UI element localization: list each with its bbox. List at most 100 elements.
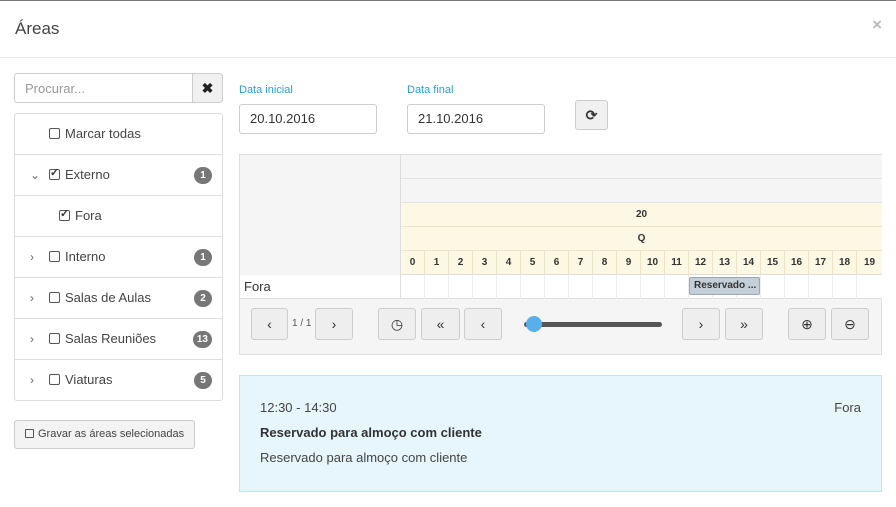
checkbox[interactable] (49, 166, 60, 180)
checkbox[interactable] (49, 333, 60, 344)
zoom-out-icon: ⊖ (844, 316, 856, 332)
time-slot-cell[interactable] (785, 275, 809, 299)
back-button[interactable]: ‹ (464, 308, 502, 340)
hour-label: 6 (545, 251, 569, 275)
time-slot-cell[interactable] (449, 275, 473, 299)
end-date-field[interactable]: 21.10.2016 (407, 104, 545, 134)
hour-label: 8 (593, 251, 617, 275)
count-badge: 13 (192, 331, 212, 348)
checkbox[interactable] (49, 292, 60, 303)
tree-item-viaturas[interactable]: › Viaturas 5 (15, 360, 222, 400)
time-slot-cell[interactable] (473, 275, 497, 299)
time-slot-cell[interactable] (617, 275, 641, 299)
refresh-button[interactable]: ⟳ (575, 100, 608, 130)
time-slot-cell[interactable] (593, 275, 617, 299)
chevron-right-icon[interactable]: › (30, 291, 34, 305)
hour-label: 12 (689, 251, 713, 275)
scheduler-header-row (401, 179, 882, 203)
tree-item-interno[interactable]: › Interno 1 (15, 237, 222, 278)
save-button-label: Gravar as áreas selecionadas (38, 428, 185, 440)
hour-label: 15 (761, 251, 785, 275)
time-slot-cell[interactable] (569, 275, 593, 299)
time-slot-cell[interactable] (665, 275, 689, 299)
hour-label: 19 (863, 257, 876, 268)
count-badge: 5 (194, 372, 212, 389)
hour-label: 13 (713, 251, 737, 275)
tree-item-label: Viaturas (65, 372, 113, 387)
event-detail-panel: 12:30 - 14:30 Fora Reservado para almoço… (239, 375, 882, 492)
scheduler-toolbar: ‹ 1 / 1 › ◷ « ‹ › » ⊕ ⊖ (240, 300, 882, 355)
hour-header-row: 0 1 2 3 4 5 6 7 8 9 10 11 12 13 14 15 16 17 18 19 (401, 251, 882, 275)
count-badge: 1 (194, 167, 212, 184)
time-slot-cell[interactable] (641, 275, 665, 299)
search-input[interactable] (14, 73, 193, 103)
dialog-header: Áreas × (0, 1, 896, 58)
checkbox[interactable] (49, 374, 60, 385)
scheduler-corner (240, 155, 401, 275)
resource-cells (401, 275, 882, 299)
time-slot-cell[interactable] (857, 275, 882, 299)
event-description: Reservado para almoço com cliente (260, 450, 468, 465)
time-slot-cell[interactable] (425, 275, 449, 299)
zoom-in-icon: ⊕ (801, 316, 813, 332)
page-info: 1 / 1 (292, 318, 312, 329)
tree-item-label: Externo (65, 167, 110, 182)
time-slot-cell[interactable] (545, 275, 569, 299)
checkbox[interactable] (49, 128, 60, 139)
tree-item-label: Marcar todas (65, 126, 141, 141)
tree-item-fora[interactable]: Fora (15, 196, 222, 237)
scheduler-header-row (401, 155, 882, 179)
forward-button[interactable]: › (682, 308, 720, 340)
end-date-label: Data final (407, 84, 454, 96)
chevron-down-icon[interactable]: ⌄ (30, 168, 40, 182)
tree-item-salas-de-aulas[interactable]: › Salas de Aulas 2 (15, 278, 222, 319)
time-slot-cell[interactable] (761, 275, 785, 299)
zoom-slider-track[interactable] (524, 322, 662, 327)
hour-label: 1 (425, 251, 449, 275)
search-group: ✖ (14, 73, 223, 103)
event-block[interactable]: Reservado ... (689, 277, 760, 295)
zoom-slider-handle[interactable] (525, 316, 542, 332)
start-date-label: Data inicial (239, 84, 293, 96)
tree-item-salas-reunioes[interactable]: › Salas Reuniões 13 (15, 319, 222, 360)
hour-label: 10 (641, 251, 665, 275)
hour-label: 7 (569, 251, 593, 275)
hour-label: 14 (737, 251, 761, 275)
clear-search-button[interactable]: ✖ (192, 73, 223, 103)
chevron-right-icon[interactable]: › (30, 332, 34, 346)
resource-row: Fora Reservado ... (240, 275, 882, 299)
checkbox[interactable] (49, 251, 60, 262)
event-time: 12:30 - 14:30 (260, 400, 337, 415)
chevron-right-icon[interactable]: › (30, 373, 34, 387)
checkbox[interactable] (59, 207, 70, 221)
refresh-icon: ⟳ (585, 107, 598, 123)
zoom-in-button[interactable]: ⊕ (788, 308, 826, 340)
hour-label: 2 (449, 251, 473, 275)
area-tree: Marcar todas ⌄ Externo 1 Fora › Interno … (14, 113, 223, 401)
prev-page-button[interactable]: ‹ (251, 308, 288, 340)
resource-name: Fora (240, 275, 401, 299)
tree-item-label: Fora (75, 208, 102, 223)
hour-label: 11 (665, 251, 689, 275)
hour-label: 9 (617, 251, 641, 275)
first-button[interactable]: « (421, 308, 460, 340)
close-icon[interactable]: × (872, 15, 882, 35)
zoom-out-button[interactable]: ⊖ (831, 308, 869, 340)
tree-item-select-all[interactable]: Marcar todas (15, 114, 222, 155)
hour-label: 0 (401, 251, 425, 275)
scheduler: 20 Q 0 1 2 3 4 5 6 7 8 9 10 11 12 13 14 15 16 17 18 19 Fora… (239, 154, 882, 355)
time-slot-cell[interactable] (401, 275, 425, 299)
last-button[interactable]: » (725, 308, 763, 340)
time-slot-cell[interactable] (809, 275, 833, 299)
next-page-button[interactable]: › (315, 308, 353, 340)
save-areas-button[interactable]: Gravar as áreas selecionadas (14, 420, 195, 449)
time-slot-cell[interactable] (833, 275, 857, 299)
start-date-field[interactable]: 20.10.2016 (239, 104, 377, 134)
time-slot-cell[interactable] (497, 275, 521, 299)
dialog-title: Áreas (15, 19, 60, 38)
chevron-right-icon[interactable]: › (30, 250, 34, 264)
time-slot-cell[interactable] (521, 275, 545, 299)
tree-item-label: Salas Reuniões (65, 331, 157, 346)
clock-button[interactable]: ◷ (378, 308, 416, 340)
tree-item-externo[interactable]: ⌄ Externo 1 (15, 155, 222, 196)
